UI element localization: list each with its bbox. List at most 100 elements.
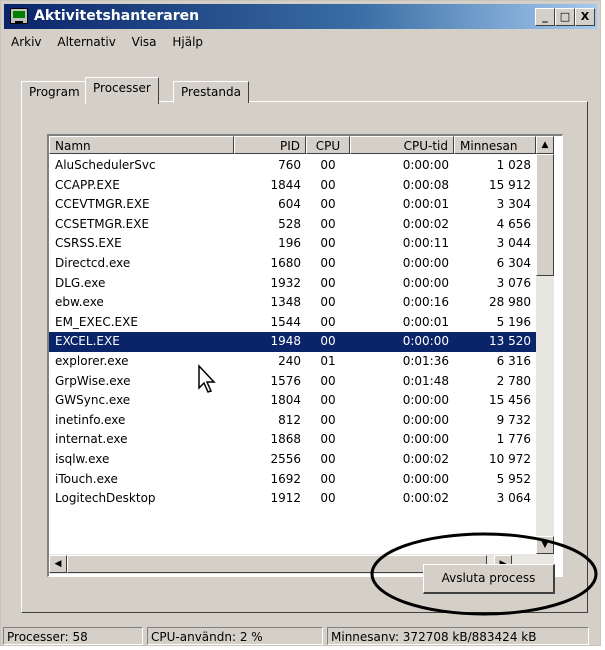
- cell-cpu-tid: 0:00:08: [402, 177, 449, 192]
- table-row[interactable]: EXCEL.EXE 1948 00 0:00:00 13 520: [49, 332, 536, 352]
- table-row[interactable]: CCSETMGR.EXE 528 00 0:00:02 4 656: [49, 215, 536, 235]
- process-list[interactable]: Namn PID CPU CPU-tid Minnesan AluSchedul…: [47, 134, 563, 577]
- cell-minnesan: 1 776: [496, 432, 531, 447]
- cell-cpu: 00: [320, 236, 336, 251]
- cell-cpu: 00: [320, 432, 336, 447]
- cell-cpu: 00: [320, 295, 336, 310]
- cell-cpu: 00: [320, 177, 336, 192]
- cell-pid: 1680: [270, 255, 301, 270]
- cell-cpu-tid: 0:00:00: [402, 255, 449, 270]
- cell-minnesan: 5 952: [496, 471, 531, 486]
- table-row[interactable]: Directcd.exe 1680 00 0:00:00 6 304: [49, 254, 536, 274]
- cell-namn: ebw.exe: [55, 295, 104, 310]
- status-processes: Processer: 58: [3, 627, 143, 645]
- table-row[interactable]: inetinfo.exe 812 00 0:00:00 9 732: [49, 411, 536, 431]
- cell-namn: EM_EXEC.EXE: [55, 314, 138, 329]
- table-row[interactable]: CSRSS.EXE 196 00 0:00:11 3 044: [49, 234, 536, 254]
- cell-cpu-tid: 0:00:00: [402, 412, 449, 427]
- menu-alternativ[interactable]: Alternativ: [51, 35, 121, 49]
- column-header-pid[interactable]: PID: [234, 136, 306, 154]
- cell-cpu-tid: 0:00:02: [402, 491, 449, 506]
- column-header-cpu-tid[interactable]: CPU-tid: [350, 136, 454, 154]
- cell-cpu: 00: [320, 334, 336, 349]
- cell-cpu-tid: 0:00:02: [402, 216, 449, 231]
- cell-pid: 528: [278, 216, 301, 231]
- scroll-left-icon[interactable]: ◀: [49, 555, 67, 573]
- cell-minnesan: 9 732: [496, 412, 531, 427]
- cell-cpu: 00: [320, 491, 336, 506]
- table-row[interactable]: GrpWise.exe 1576 00 0:01:48 2 780: [49, 372, 536, 392]
- menu-visa[interactable]: Visa: [126, 35, 163, 49]
- cell-cpu: 00: [320, 255, 336, 270]
- cell-cpu-tid: 0:00:02: [402, 451, 449, 466]
- cell-minnesan: 10 972: [489, 451, 531, 466]
- close-button[interactable]: X: [575, 8, 595, 26]
- cell-minnesan: 3 076: [496, 275, 531, 290]
- table-row[interactable]: AluSchedulerSvc 760 00 0:00:00 1 028: [49, 156, 536, 176]
- tab-program[interactable]: Program: [21, 81, 88, 103]
- cell-cpu: 00: [320, 471, 336, 486]
- cell-cpu: 00: [320, 373, 336, 388]
- table-row[interactable]: CCEVTMGR.EXE 604 00 0:00:01 3 304: [49, 195, 536, 215]
- title-bar[interactable]: Aktivitetshanteraren _ □ X: [4, 4, 597, 29]
- cell-cpu-tid: 0:00:01: [402, 314, 449, 329]
- scroll-up-icon[interactable]: ▲: [536, 136, 554, 154]
- cell-minnesan: 5 196: [496, 314, 531, 329]
- menu-arkiv[interactable]: Arkiv: [5, 35, 48, 49]
- cell-cpu-tid: 0:00:00: [402, 432, 449, 447]
- cell-pid: 1912: [270, 491, 301, 506]
- cell-namn: iTouch.exe: [55, 471, 118, 486]
- table-row[interactable]: GWSync.exe 1804 00 0:00:00 15 456: [49, 391, 536, 411]
- maximize-button[interactable]: □: [555, 8, 575, 26]
- table-row[interactable]: internat.exe 1868 00 0:00:00 1 776: [49, 430, 536, 450]
- cell-namn: EXCEL.EXE: [55, 334, 120, 349]
- table-row[interactable]: ebw.exe 1348 00 0:00:16 28 980: [49, 293, 536, 313]
- menu-hjalp[interactable]: Hjälp: [166, 35, 209, 49]
- table-row[interactable]: LogitechDesktop 1912 00 0:00:02 3 064: [49, 489, 536, 509]
- cell-minnesan: 6 316: [496, 353, 531, 368]
- table-row[interactable]: isqlw.exe 2556 00 0:00:02 10 972: [49, 450, 536, 470]
- list-header: Namn PID CPU CPU-tid Minnesan: [49, 136, 536, 156]
- cell-pid: 196: [278, 236, 301, 251]
- column-header-minnesanv[interactable]: Minnesan: [454, 136, 536, 154]
- cell-namn: CSRSS.EXE: [55, 236, 122, 251]
- cell-pid: 1932: [270, 275, 301, 290]
- cell-minnesan: 28 980: [489, 295, 531, 310]
- table-row[interactable]: DLG.exe 1932 00 0:00:00 3 076: [49, 274, 536, 294]
- vertical-scroll-thumb[interactable]: [536, 154, 554, 276]
- menu-bar: Arkiv Alternativ Visa Hjälp: [5, 35, 209, 55]
- cell-cpu-tid: 0:00:00: [402, 334, 449, 349]
- cell-pid: 812: [278, 412, 301, 427]
- cell-pid: 1948: [270, 334, 301, 349]
- cell-minnesan: 4 656: [496, 216, 531, 231]
- cell-cpu: 01: [320, 353, 336, 368]
- cell-pid: 1544: [270, 314, 301, 329]
- cell-minnesan: 15 912: [489, 177, 531, 192]
- cell-cpu: 00: [320, 451, 336, 466]
- status-cpu-usage: CPU-användn: 2 %: [147, 627, 323, 645]
- cell-cpu: 00: [320, 412, 336, 427]
- highlight-ellipse: [370, 532, 598, 616]
- cell-cpu-tid: 0:00:00: [402, 393, 449, 408]
- table-row[interactable]: EM_EXEC.EXE 1544 00 0:00:01 5 196: [49, 313, 536, 333]
- cell-cpu: 00: [320, 197, 336, 212]
- cell-minnesan: 2 780: [496, 373, 531, 388]
- minimize-button[interactable]: _: [535, 8, 555, 26]
- cell-cpu-tid: 0:00:01: [402, 197, 449, 212]
- cell-cpu-tid: 0:01:48: [402, 373, 449, 388]
- window-title: Aktivitetshanteraren: [34, 8, 200, 24]
- tab-prestanda[interactable]: Prestanda: [173, 81, 249, 103]
- cell-cpu-tid: 0:00:00: [402, 275, 449, 290]
- cell-minnesan: 13 520: [489, 334, 531, 349]
- table-row[interactable]: CCAPP.EXE 1844 00 0:00:08 15 912: [49, 176, 536, 196]
- process-rows: AluSchedulerSvc 760 00 0:00:00 1 028 CCAPP.EX…: [49, 156, 536, 509]
- table-row[interactable]: explorer.exe 240 01 0:01:36 6 316: [49, 352, 536, 372]
- cell-pid: 1868: [270, 432, 301, 447]
- column-header-namn[interactable]: Namn: [49, 136, 234, 154]
- tab-processer[interactable]: Processer: [85, 77, 159, 104]
- cell-namn: LogitechDesktop: [55, 491, 156, 506]
- table-row[interactable]: iTouch.exe 1692 00 0:00:00 5 952: [49, 470, 536, 490]
- column-header-cpu[interactable]: CPU: [306, 136, 350, 154]
- cell-pid: 1692: [270, 471, 301, 486]
- vertical-scrollbar[interactable]: ▲ ▼: [536, 136, 554, 554]
